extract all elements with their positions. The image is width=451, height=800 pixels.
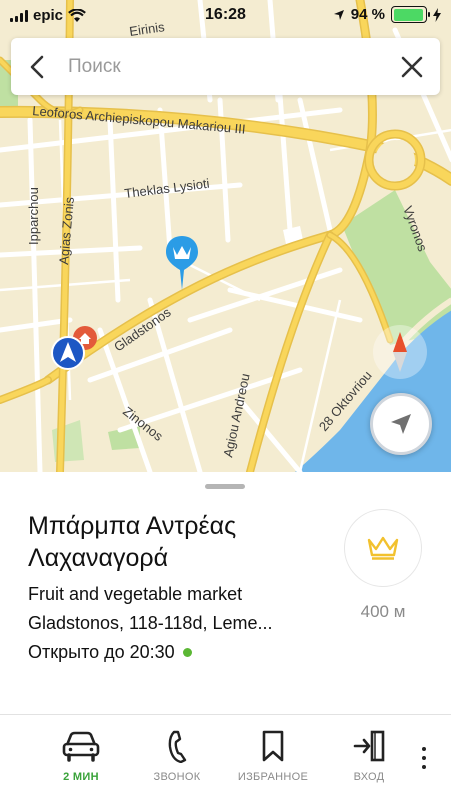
compass-button[interactable] [373,325,427,379]
route-label: 2 МИН [63,771,99,783]
chevron-left-icon [30,55,44,78]
place-card: Μπάρμπα Αντρέας Λαχαναγορά Fruit and veg… [0,472,451,714]
back-button[interactable] [11,38,63,95]
car-icon [62,731,100,762]
battery-percent: 94 % [350,6,385,23]
favorite-label: ИЗБРАННОЕ [237,771,309,783]
bookmark-icon [262,730,284,762]
favorite-button[interactable]: ИЗБРАННОЕ [231,729,315,783]
drag-handle[interactable] [205,484,245,489]
location-services-icon [333,9,344,20]
charging-icon [433,7,441,22]
opening-hours-text: Открыто до 20:30 [28,642,175,662]
opening-hours: Открыто до 20:30 [28,642,192,663]
status-bar: epic 16:28 94 % [0,0,451,30]
entrance-label: ВХОД [353,771,385,783]
compass-icon [393,332,407,372]
more-options-button[interactable] [414,743,434,783]
open-status-dot [182,648,192,657]
more-dot [422,765,426,769]
navigation-arrow-icon [391,414,411,434]
call-button[interactable]: ЗВОНОК [135,729,219,783]
user-location-icon [51,336,85,370]
entrance-button[interactable]: ВХОД [327,729,411,783]
locate-me-button[interactable] [370,393,432,455]
search-bar [11,38,440,95]
battery-icon [391,6,430,23]
rating-badge[interactable] [344,509,422,587]
action-bar: 2 МИН ЗВОНОК ИЗБРАННОЕ ВХОД [0,714,451,800]
street-label: Ipparchou [26,187,41,245]
place-category: Fruit and vegetable market [28,584,243,604]
battery-level [393,8,423,21]
phone-icon [168,730,187,763]
entrance-icon [353,730,385,762]
close-button[interactable] [384,38,440,95]
place-pin-icon[interactable] [162,234,202,292]
distance-label: 400 м [360,602,406,621]
close-icon [401,56,423,77]
more-dot [422,756,426,760]
call-label: ЗВОНОК [153,771,201,783]
route-button[interactable]: 2 МИН [39,729,123,783]
place-address: Gladstonos, 118-118d, Leme... [28,613,273,633]
place-title: Μπάρμπα Αντρέας Λαχαναγορά [28,512,237,572]
search-input[interactable] [63,55,384,78]
more-dot [422,747,426,751]
crown-icon [367,536,399,560]
